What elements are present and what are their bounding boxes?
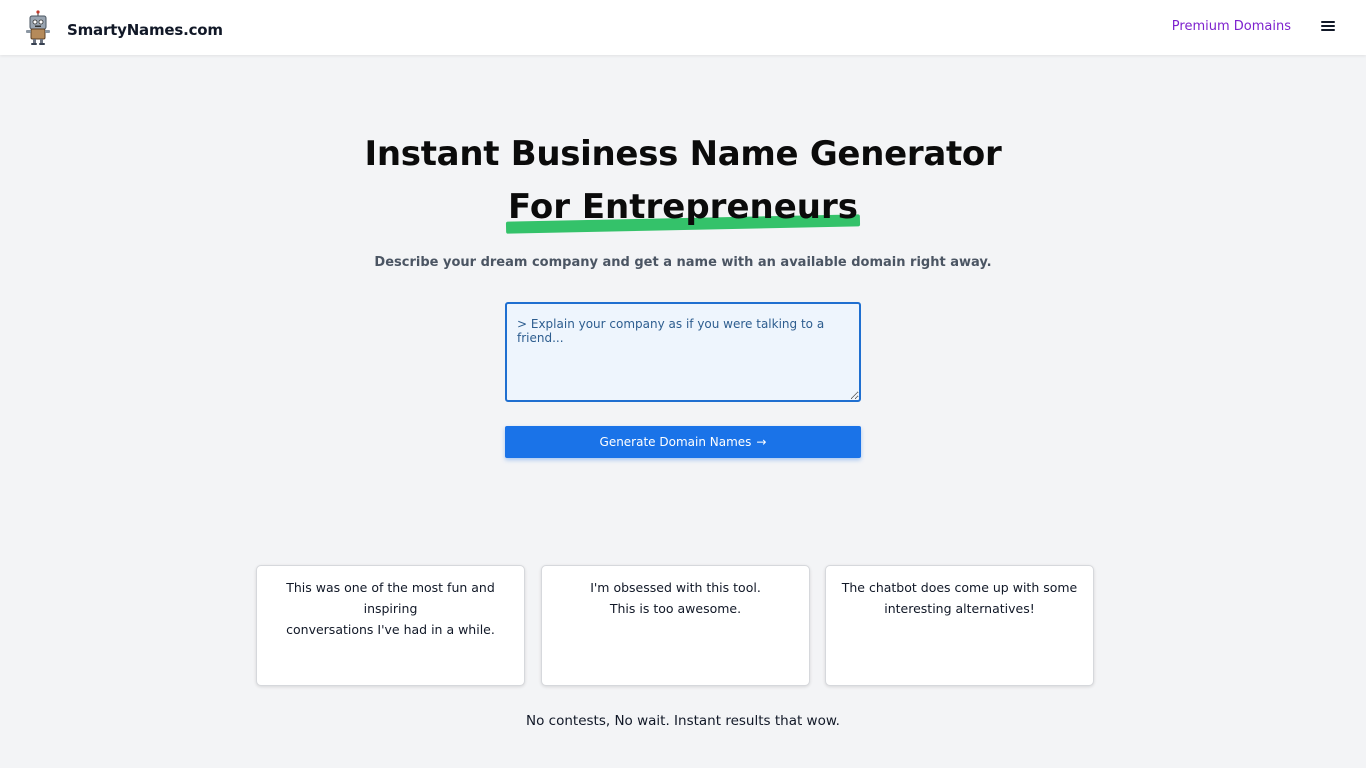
generate-button-label: Generate Domain Names <box>599 435 752 449</box>
testimonial-card: This was one of the most fun and inspiri… <box>256 565 525 686</box>
footer-note: No contests, No wait. Instant results th… <box>526 713 840 729</box>
hero-subtitle: For Entrepreneurs <box>0 181 1366 234</box>
testimonial-line: The chatbot does come up with some <box>841 580 1078 595</box>
tagline: Describe your dream company and get a na… <box>374 255 992 270</box>
premium-domains-link[interactable]: Premium Domains <box>1172 19 1291 34</box>
company-description-input[interactable] <box>505 302 861 402</box>
testimonial-line: This is too awesome. <box>609 601 742 616</box>
testimonial-line: I'm obsessed with this tool. <box>590 580 761 595</box>
highlighted-phrase: For Entrepreneurs <box>505 181 861 234</box>
generate-domain-names-button[interactable]: Generate Domain Names → <box>505 426 861 458</box>
robot-mascot-icon <box>23 10 53 50</box>
highlight-text: For Entrepreneurs <box>508 187 858 227</box>
testimonial-line: interesting alternatives! <box>884 601 1035 616</box>
site-header: SmartyNames.com Premium Domains <box>0 0 1366 55</box>
testimonial-line: conversations I've had in a while. <box>286 622 495 637</box>
testimonial-card: The chatbot does come up with some inter… <box>825 565 1094 686</box>
testimonial-card: I'm obsessed with this tool. This is too… <box>541 565 810 686</box>
testimonial-line: This was one of the most fun and inspiri… <box>286 580 495 616</box>
hero-title: Instant Business Name Generator <box>364 134 1002 174</box>
home-link[interactable]: SmartyNames.com <box>23 10 223 50</box>
hamburger-menu-icon[interactable] <box>1321 21 1335 33</box>
brand-name: SmartyNames.com <box>67 21 223 39</box>
arrow-right-icon: → <box>756 435 767 449</box>
